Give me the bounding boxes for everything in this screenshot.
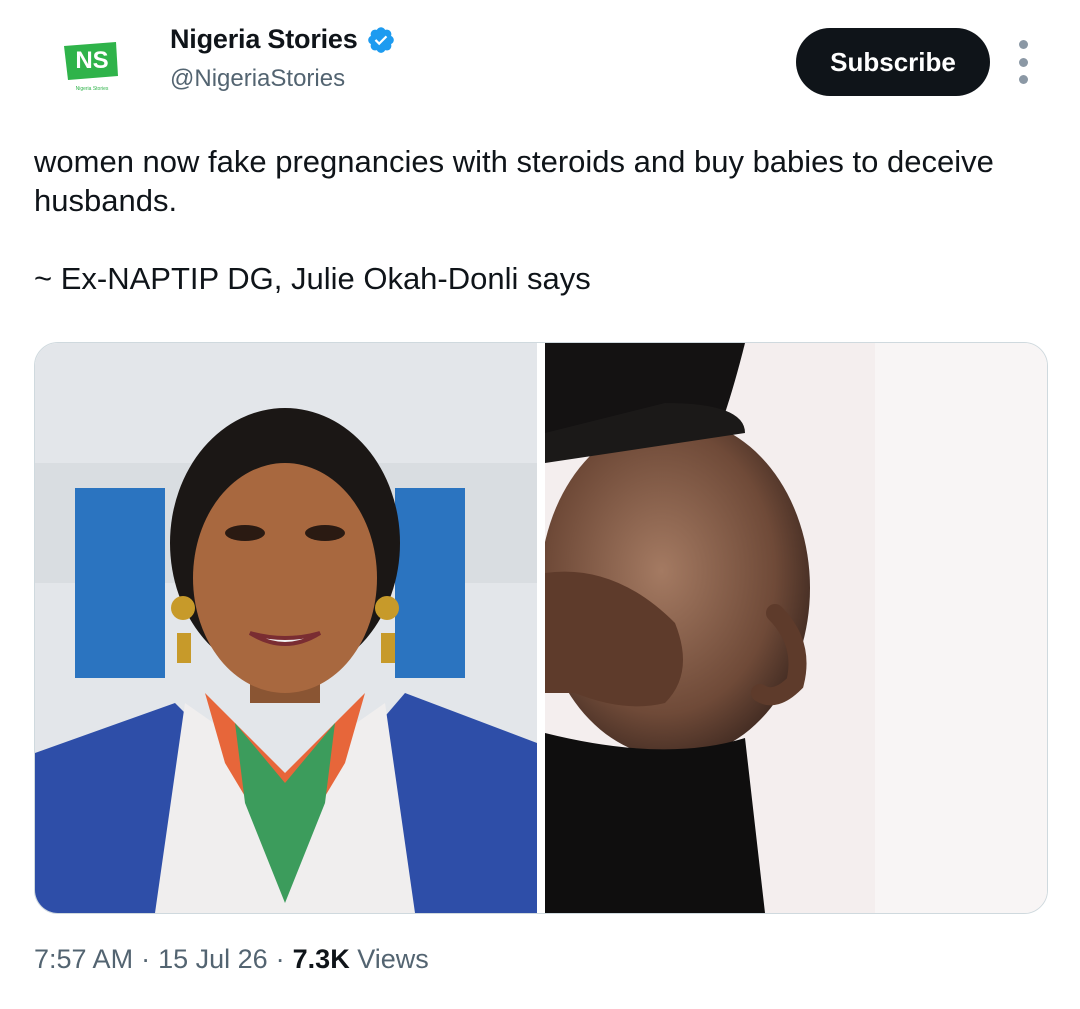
meta-separator: · bbox=[275, 944, 285, 974]
views-count: 7.3K bbox=[292, 944, 350, 974]
author-block: Nigeria Stories @NigeriaStories bbox=[170, 24, 396, 93]
avatar[interactable]: NS Nigeria Stories bbox=[46, 20, 134, 108]
logo-text: NS bbox=[75, 47, 108, 74]
handle[interactable]: @NigeriaStories bbox=[170, 65, 396, 93]
timestamp-time[interactable]: 7:57 AM bbox=[34, 944, 133, 975]
views-label: Views bbox=[357, 944, 429, 974]
more-dot bbox=[1018, 40, 1028, 49]
verified-badge-icon bbox=[367, 26, 394, 53]
timestamp-date[interactable]: 15 Jul 26 bbox=[158, 944, 268, 975]
meta-separator: · bbox=[141, 944, 151, 974]
media-photo-portrait[interactable] bbox=[35, 343, 537, 913]
display-name[interactable]: Nigeria Stories bbox=[170, 24, 358, 55]
tweet-text-line-1: women now fake pregnancies with steroids… bbox=[34, 144, 994, 218]
media-grid bbox=[34, 342, 1048, 914]
more-vertical-icon[interactable] bbox=[1008, 40, 1038, 84]
media-photo-pregnancy[interactable] bbox=[545, 343, 1047, 913]
subscribe-button[interactable]: Subscribe bbox=[796, 28, 990, 96]
tweet-meta: 7:57 AM · 15 Jul 26 · 7.3K Views bbox=[34, 944, 429, 975]
nigeria-stories-logo: NS Nigeria Stories bbox=[46, 20, 134, 108]
more-dot bbox=[1018, 57, 1028, 67]
tweet-text: women now fake pregnancies with steroids… bbox=[34, 142, 1044, 298]
logo-subtext: Nigeria Stories bbox=[76, 86, 109, 92]
tweet-text-line-2: ~ Ex-NAPTIP DG, Julie Okah-Donli says bbox=[34, 261, 591, 296]
more-dot bbox=[1018, 75, 1028, 84]
